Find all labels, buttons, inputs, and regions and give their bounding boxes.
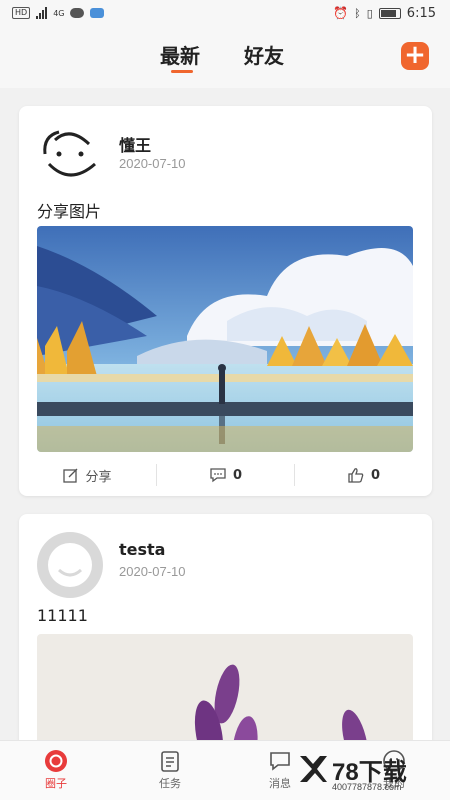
post-image[interactable] — [37, 226, 413, 452]
smiley-face-icon — [43, 130, 96, 177]
like-count: 0 — [370, 467, 381, 483]
status-right: ⏰ ᛒ ▯ 6:15 — [333, 6, 436, 21]
nav-circle[interactable]: 圈子 — [26, 749, 86, 791]
watermark-logo-icon — [300, 756, 327, 782]
network-type: HD — [12, 7, 31, 19]
watermark-phone: 4007787878.com — [332, 782, 402, 792]
share-button[interactable]: 分享 — [19, 466, 156, 485]
tab-friends[interactable]: 好友 — [244, 40, 284, 69]
landscape-illustration — [37, 226, 413, 452]
status-left: HD 4G — [12, 7, 105, 19]
post-card[interactable]: testa 2020-07-10 11111 — [19, 514, 432, 740]
active-tab-indicator — [171, 70, 193, 73]
bluetooth-icon: ᛒ — [354, 6, 361, 20]
comment-button[interactable]: 0 — [157, 467, 294, 483]
default-avatar-icon — [48, 543, 92, 587]
nav-label: 任务 — [159, 777, 181, 790]
signal-type: 4G — [53, 8, 65, 18]
nav-task[interactable]: 任务 — [140, 749, 200, 791]
top-header: 最新 好友 + — [0, 26, 450, 88]
like-button[interactable]: 0 — [295, 467, 432, 483]
task-icon — [161, 751, 179, 772]
avatar[interactable] — [37, 124, 103, 190]
alarm-icon: ⏰ — [333, 6, 349, 20]
status-bar: HD 4G ⏰ ᛒ ▯ 6:15 — [0, 0, 450, 26]
plus-icon: + — [404, 40, 426, 70]
circle-icon — [45, 750, 67, 772]
share-icon — [63, 468, 78, 483]
comment-count: 0 — [232, 467, 243, 483]
post-image[interactable] — [37, 634, 413, 740]
post-text: 11111 — [37, 606, 88, 625]
post-date: 2020-07-10 — [119, 564, 186, 579]
username[interactable]: testa — [119, 540, 165, 559]
message-icon — [270, 752, 290, 771]
purple-flowers-photo — [37, 634, 413, 740]
share-label: 分享 — [85, 469, 112, 485]
clock: 6:15 — [406, 5, 436, 21]
post-feed[interactable]: 懂王 2020-07-10 分享图片 分享 0 0 testa 2020-07-… — [0, 88, 450, 740]
wechat-icon — [70, 8, 85, 18]
post-text: 分享图片 — [37, 202, 102, 221]
post-date: 2020-07-10 — [119, 156, 186, 171]
add-post-button[interactable]: + — [401, 42, 429, 70]
tab-latest[interactable]: 最新 — [160, 40, 200, 69]
watermark: 78下载 4007787878.com — [298, 752, 448, 798]
battery-icon — [378, 7, 401, 19]
thumbs-up-icon — [348, 468, 364, 483]
signal-icon — [36, 7, 48, 19]
comment-icon — [210, 468, 226, 483]
vibrate-icon: ▯ — [366, 6, 373, 20]
post-card[interactable]: 懂王 2020-07-10 分享图片 分享 0 0 — [19, 106, 432, 496]
cloud-icon — [90, 8, 105, 18]
avatar[interactable] — [37, 532, 103, 598]
nav-label: 圈子 — [45, 777, 67, 790]
username[interactable]: 懂王 — [119, 132, 151, 156]
post-actions: 分享 0 0 — [19, 458, 432, 492]
